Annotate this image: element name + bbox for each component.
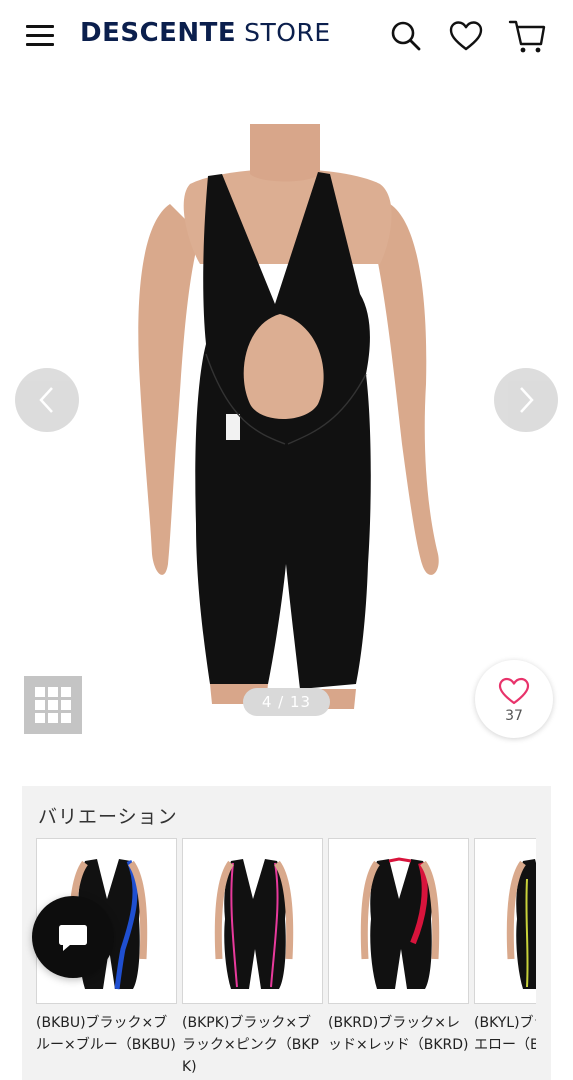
logo-store: STORE — [244, 18, 331, 47]
variation-label: (BKRD)ブラック×レッド×レッド（BKRD) — [328, 1015, 469, 1053]
variation-item[interactable]: (BKRD)ブラック×レッド×レッド（BKRD) — [328, 838, 469, 1056]
store-logo[interactable]: DESCENTE STORE — [80, 18, 331, 56]
variation-item[interactable]: (BKYL)ブラック×イエロー（BKYL) — [474, 838, 536, 1056]
previous-image-button[interactable] — [15, 368, 79, 432]
variation-title: バリエーション — [38, 806, 178, 828]
variation-list: (BKBU)ブラック×ブルー×ブルー（BKBU) (BKPK)ブラック×ブラック… — [36, 838, 536, 1080]
grid-icon[interactable] — [24, 676, 82, 734]
variation-label: (BKPK)ブラック×ブラック×ピンク（BKPK) — [182, 1015, 319, 1075]
variation-label: (BKBU)ブラック×ブルー×ブルー（BKBU) — [36, 1015, 176, 1053]
chevron-left-icon — [39, 387, 53, 413]
favorite-count: 37 — [505, 708, 523, 724]
next-image-button[interactable] — [494, 368, 558, 432]
variation-label: (BKYL)ブラック×イエロー（BKYL) — [474, 1015, 536, 1053]
variation-item[interactable]: (BKPK)ブラック×ブラック×ピンク（BKPK) — [182, 838, 323, 1078]
product-image — [138, 124, 439, 709]
favorite-button[interactable]: 37 — [475, 660, 553, 738]
heart-outline-icon — [498, 677, 530, 705]
heart-icon[interactable] — [446, 16, 486, 56]
product-gallery: 4 / 13 37 — [0, 74, 573, 754]
chat-bubble-icon — [59, 925, 87, 951]
cart-icon[interactable] — [507, 16, 547, 56]
site-header: DESCENTE STORE — [0, 0, 573, 74]
logo-brand: DESCENTE — [80, 18, 237, 48]
variation-thumbnail — [182, 838, 323, 1004]
search-icon[interactable] — [386, 16, 426, 56]
variation-thumbnail — [328, 838, 469, 1004]
chevron-right-icon — [520, 387, 534, 413]
image-counter: 4 / 13 — [243, 688, 330, 716]
menu-icon[interactable] — [24, 20, 56, 52]
variation-thumbnail — [474, 838, 536, 1004]
chat-button[interactable] — [32, 896, 114, 978]
